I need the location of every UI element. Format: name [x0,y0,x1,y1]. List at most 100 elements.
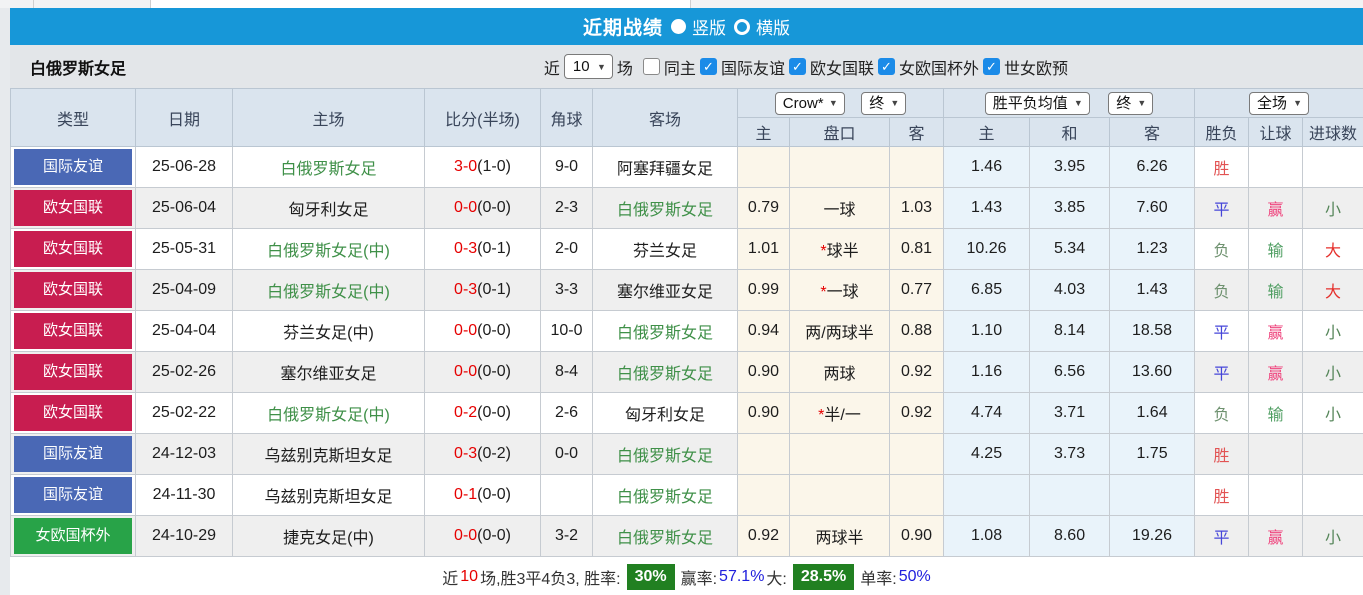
match-score: 0-3(0-1) [424,269,541,311]
summary-segment: 近 [442,571,459,588]
ah-line: *一球 [789,269,890,311]
match-score: 3-0(1-0) [424,146,541,188]
match-type-badge: 欧女国联 [14,231,132,267]
avg-away-odds: 7.60 [1109,187,1196,229]
table-row: 欧女国联 25-02-22 白俄罗斯女足(中) 0-2(0-0) 2-6 匈牙利… [10,392,1363,434]
odds-type-select[interactable]: 胜平负均值 [984,91,1090,115]
match-type-badge: 欧女国联 [14,354,132,390]
match-score: 0-0(0-0) [424,515,541,557]
avg-home-odds: 1.08 [943,515,1031,557]
halftime-score: (0-0) [477,322,511,339]
match-date: 25-05-31 [135,228,233,270]
odds-group-header: 胜平负均值 终 [943,88,1196,118]
corner-score: 10-0 [540,310,593,352]
fulltime-score: 0-3 [454,445,478,462]
ah-home-odds: 0.90 [737,351,790,393]
ah-home-odds: 0.92 [737,515,790,557]
corner-score: 3-2 [540,515,593,557]
home-team: 白俄罗斯女足(中) [232,269,425,311]
ah-line [789,146,890,188]
summary-segment: 10 [460,568,479,585]
layout-radio-vertical[interactable]: 竖版 [671,14,726,39]
ah-line [789,433,890,475]
summary-segment: 50% [898,568,931,585]
avg-home-odds [943,474,1031,516]
same-home-checkbox[interactable] [642,58,660,75]
halftime-score: (0-0) [477,199,511,216]
radio-selected-icon[interactable] [671,19,686,34]
bookmaker-select[interactable]: Crow* [774,91,845,115]
match-score: 0-0(0-0) [424,187,541,229]
subcol-avg-home: 主 [943,117,1031,147]
match-score: 0-1(0-0) [424,474,541,516]
halftime-score: (0-0) [477,527,511,544]
match-type-cell: 欧女国联 [10,392,136,434]
away-team: 白俄罗斯女足 [592,515,738,557]
ah-home-odds: 0.94 [737,310,790,352]
avg-home-odds: 1.16 [943,351,1031,393]
page-title: 近期战绩 [582,18,663,39]
ah-away-odds: 0.88 [888,310,945,352]
odds-stage-select-wrap: 终 [1108,91,1154,115]
match-date: 24-11-30 [135,474,233,516]
result-handicap [1248,433,1304,475]
radio-horizontal-label[interactable]: 横版 [756,14,790,39]
subcol-ah-home: 主 [737,117,790,147]
result-goals [1302,433,1363,475]
bookmaker-select-wrap: Crow* [774,91,845,115]
ah-home-odds [737,474,790,516]
radio-vertical-label[interactable]: 竖版 [692,14,726,39]
match-date: 24-12-03 [135,433,233,475]
ah-line: 一球 [789,187,890,229]
league-checkbox-nations[interactable] [788,58,806,75]
result-goals: 小 [1302,515,1363,557]
odds-type-select-wrap: 胜平负均值 [984,91,1090,115]
result-handicap: 输 [1248,392,1304,434]
matches-count-select[interactable]: 10 [563,54,613,79]
corner-score: 3-3 [540,269,593,311]
result-goals: 大 [1302,228,1363,270]
avg-draw-odds: 3.73 [1029,433,1111,475]
match-type-cell: 国际友谊 [10,433,136,475]
ah-line: *球半 [789,228,890,270]
radio-unselected-icon[interactable] [734,18,750,35]
match-date: 25-06-04 [135,187,233,229]
ah-away-odds: 0.90 [888,515,945,557]
scope-select-wrap: 全场 [1249,91,1310,115]
league-checkbox-eurocup-qual[interactable] [877,58,895,75]
avg-away-odds: 18.58 [1109,310,1196,352]
match-type-badge: 欧女国联 [14,395,132,431]
match-type-badge: 欧女国联 [14,313,132,349]
ah-home-odds: 0.99 [737,269,790,311]
bookmaker-stage-select-wrap: 终 [861,91,907,115]
match-type-cell: 欧女国联 [10,187,136,229]
col-header-corner: 角球 [540,88,593,147]
match-type-badge: 国际友谊 [14,149,132,185]
league-checkbox-wc-euro-qual[interactable] [982,58,1000,75]
league-label-friendly: 国际友谊 [720,60,785,78]
match-date: 24-10-29 [135,515,233,557]
ah-line: 两球 [789,351,890,393]
scope-select[interactable]: 全场 [1249,91,1310,115]
subcol-avg-away: 客 [1109,117,1196,147]
away-team: 白俄罗斯女足 [592,351,738,393]
odds-stage-select[interactable]: 终 [1108,91,1154,115]
ah-home-odds: 1.01 [737,228,790,270]
layout-radio-horizontal[interactable]: 横版 [734,14,790,39]
result-handicap: 赢 [1248,310,1304,352]
league-checkbox-friendly[interactable] [699,58,717,75]
result-goals: 大 [1302,269,1363,311]
away-team: 匈牙利女足 [592,392,738,434]
handicap-group-header: Crow* 终 [736,88,945,118]
avg-draw-odds: 5.34 [1029,228,1111,270]
table-row: 欧女国联 25-04-04 芬兰女足(中) 0-0(0-0) 10-0 白俄罗斯… [10,310,1363,352]
title-bar: 近期战绩 竖版 横版 [10,8,1363,45]
match-type-badge: 欧女国联 [14,272,132,308]
result-goals: 小 [1302,310,1363,352]
summary-line: 近 10 场,胜3平4负3, 胜率: 30% 赢率: 57.1% 大: 28.5% 单率:… [10,557,1363,595]
result-outcome: 胜 [1194,146,1250,188]
away-team: 白俄罗斯女足 [592,310,738,352]
bookmaker-stage-select[interactable]: 终 [861,91,907,115]
result-handicap: 输 [1248,269,1304,311]
result-goals [1302,146,1363,188]
